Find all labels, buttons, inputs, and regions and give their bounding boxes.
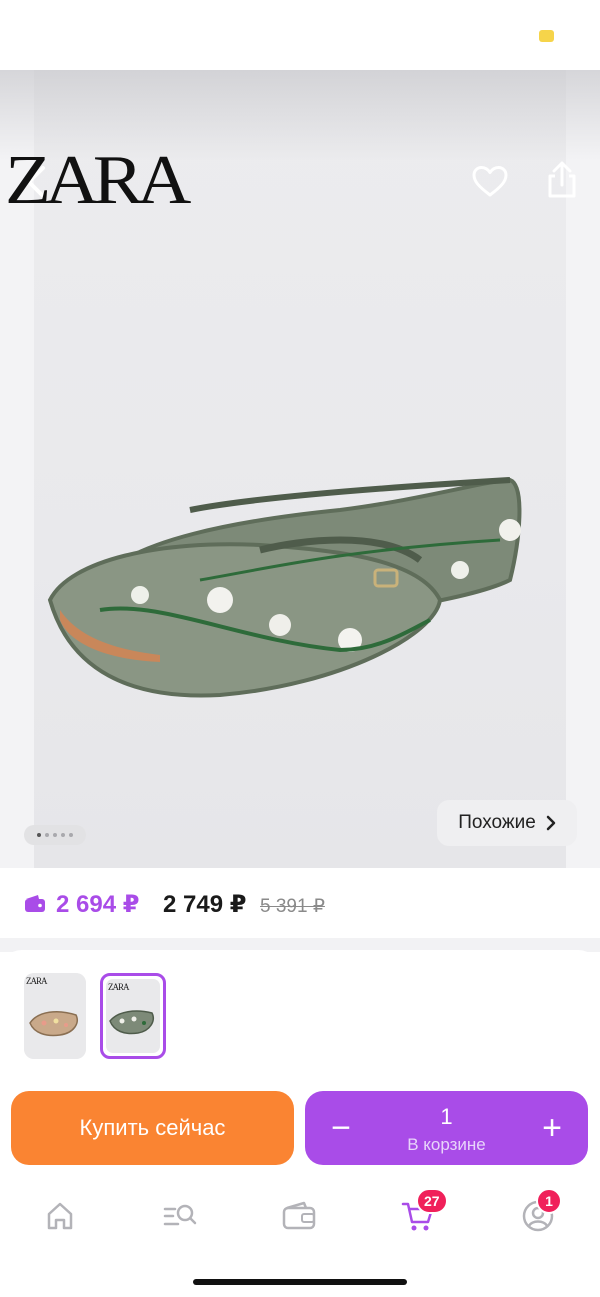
tab-cart[interactable]: 27 <box>396 1188 448 1238</box>
pagination-dot <box>37 833 41 837</box>
similar-label: Похожие <box>458 812 536 833</box>
variant-thumbnail[interactable]: ZARA <box>24 973 86 1059</box>
wallet-icon <box>25 895 45 912</box>
variant-selector: ZARA ZARA <box>0 950 600 1078</box>
pagination-dot <box>69 833 73 837</box>
purchase-actions: Купить сейчас − 1 В корзине + <box>0 1078 600 1178</box>
favorite-heart-icon[interactable] <box>468 160 512 204</box>
current-price: 2 749 ₽ <box>163 891 247 918</box>
brand-logo: ZARA <box>5 142 191 219</box>
old-price: 5 391 ₽ <box>260 896 325 917</box>
pagination-dot <box>61 833 65 837</box>
gallery-pagination-dots <box>24 825 86 845</box>
tab-catalog[interactable] <box>158 1194 202 1238</box>
buy-now-button[interactable]: Купить сейчас <box>11 1091 294 1165</box>
tab-profile[interactable]: 1 <box>516 1188 562 1238</box>
home-indicator <box>193 1279 407 1285</box>
similar-button[interactable]: Похожие <box>437 800 577 846</box>
cart-count-badge: 27 <box>416 1188 448 1214</box>
pagination-dot <box>45 833 49 837</box>
product-image-shoes <box>47 477 522 698</box>
increase-quantity-button[interactable]: + <box>532 1108 572 1148</box>
status-bar <box>0 0 600 70</box>
price-section: 2 694 ₽ 2 749 ₽ 5 391 ₽ <box>0 868 600 938</box>
chevron-right-icon <box>546 815 556 831</box>
variant-thumbnail-selected[interactable]: ZARA <box>100 973 166 1059</box>
product-gallery[interactable]: ZARA Похожие <box>0 70 600 870</box>
profile-notification-badge: 1 <box>536 1188 562 1214</box>
pagination-dot <box>53 833 57 837</box>
catalog-search-icon <box>163 1204 197 1226</box>
tab-wallet[interactable] <box>277 1194 321 1238</box>
bottom-tab-bar: 27 1 <box>0 1180 600 1250</box>
tab-home[interactable] <box>38 1194 82 1238</box>
status-indicator <box>539 30 554 42</box>
cart-quantity-stepper: − 1 В корзине + <box>305 1091 588 1165</box>
variant-image <box>109 1010 154 1035</box>
variant-image <box>29 1010 78 1037</box>
wallet-icon <box>282 1201 316 1230</box>
home-icon <box>47 1202 73 1230</box>
wallet-price: 2 694 ₽ <box>56 891 140 918</box>
share-icon[interactable] <box>540 158 584 202</box>
